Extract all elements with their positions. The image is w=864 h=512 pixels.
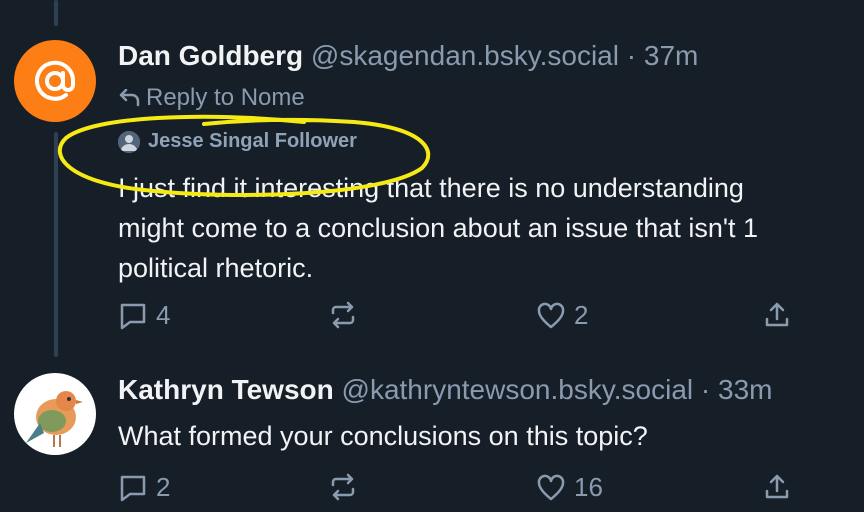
like-button[interactable]: 16 [536, 472, 603, 503]
post-actions: 4 2 [118, 300, 864, 340]
author-handle[interactable]: @kathryntewson.bsky.social [342, 374, 694, 405]
avatar[interactable] [14, 373, 96, 455]
at-sign-icon [35, 60, 76, 101]
share-button[interactable] [762, 300, 792, 330]
post-text: What formed your conclusions on this top… [118, 416, 648, 456]
repost-button[interactable] [328, 300, 358, 330]
author-name[interactable]: Dan Goldberg [118, 40, 303, 71]
reply-arrow-icon [119, 89, 140, 107]
share-icon [765, 302, 789, 327]
like-count: 16 [574, 472, 603, 502]
like-button[interactable]: 2 [536, 300, 588, 331]
post-text-line: What formed your conclusions on this top… [118, 421, 648, 451]
reply-to[interactable]: Reply to Nome [118, 84, 305, 112]
post-time[interactable]: · 33m [701, 374, 773, 405]
heart-icon [537, 474, 565, 500]
post-text: I just find it interesting that there is… [118, 168, 758, 288]
reply-count: 2 [156, 472, 171, 502]
post-text-line: might come to a conclusion about an issu… [118, 213, 759, 243]
heart-icon [537, 302, 565, 328]
author-handle[interactable]: @skagendan.bsky.social [311, 40, 619, 71]
comment-icon [120, 303, 146, 329]
thread-line-top [54, 0, 58, 26]
post-text-line: political rhetoric. [118, 253, 314, 283]
reply-button[interactable]: 2 [118, 472, 170, 503]
comment-icon [120, 475, 146, 501]
author-name[interactable]: Kathryn Tewson [118, 374, 334, 405]
bird-icon [26, 391, 83, 447]
post-actions: 2 16 [118, 472, 864, 512]
post-time[interactable]: · 37m [627, 40, 699, 71]
label-badge[interactable]: Jesse Singal Follower [118, 130, 357, 153]
post-header: Dan Goldberg @skagendan.bsky.social · 37… [118, 40, 698, 72]
repost-icon [331, 301, 355, 329]
post-text-line: I just find it interesting that there is… [118, 173, 744, 203]
labeler-avatar [118, 130, 140, 153]
avatar[interactable] [14, 40, 96, 122]
reply-count: 4 [156, 300, 171, 330]
like-count: 2 [574, 300, 589, 330]
post-header: Kathryn Tewson @kathryntewson.bsky.socia… [118, 374, 772, 406]
label-text: Jesse Singal Follower [148, 130, 357, 152]
reply-button[interactable]: 4 [118, 300, 170, 331]
thread-line [54, 132, 58, 357]
reply-to-text: Reply to Nome [146, 84, 305, 111]
